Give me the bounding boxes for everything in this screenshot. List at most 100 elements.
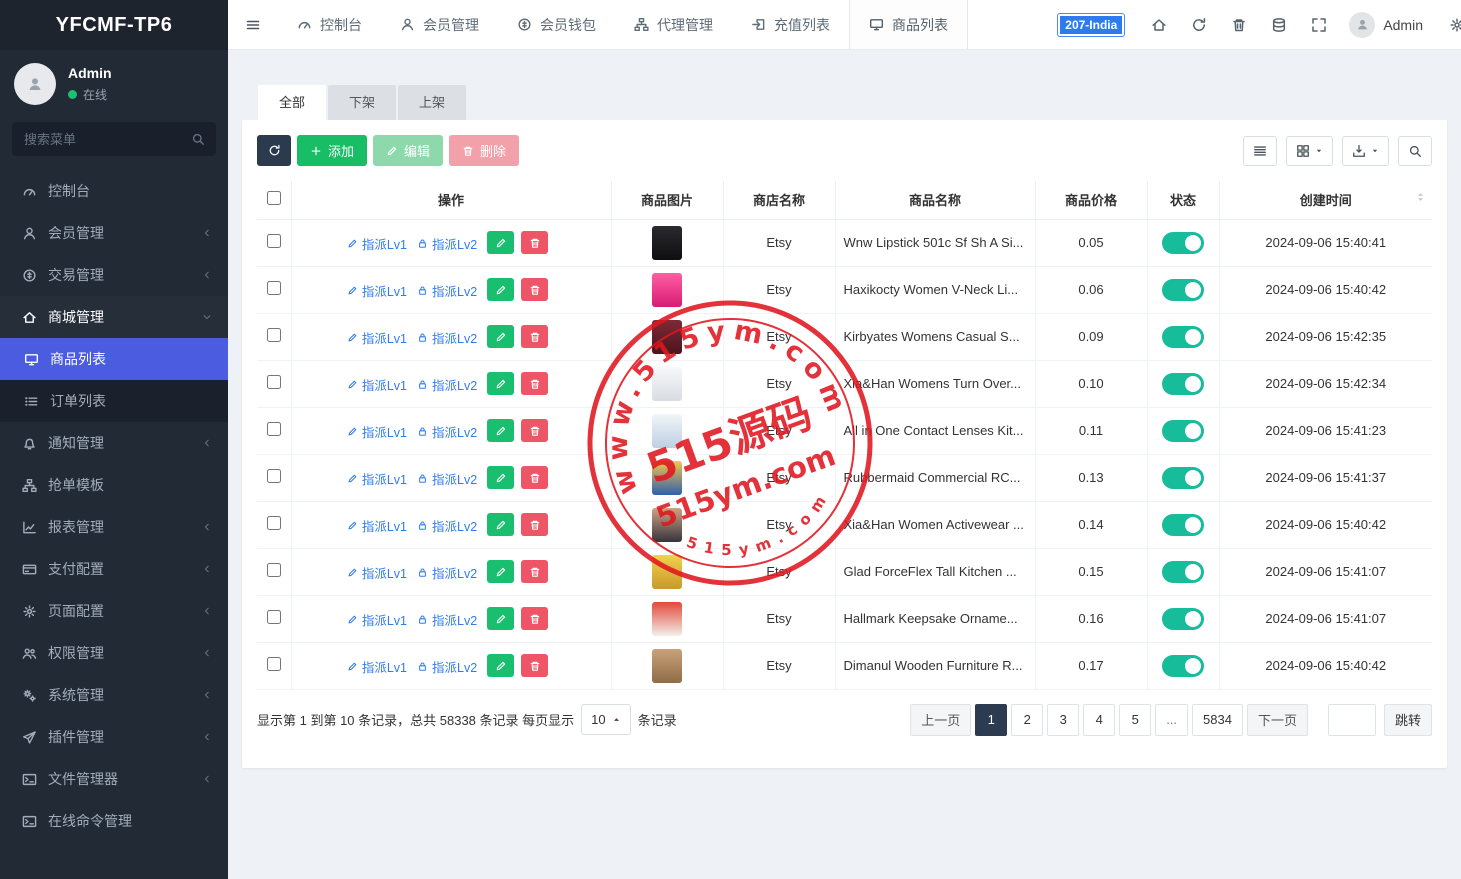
sidebar-item-member[interactable]: 会员管理 [0,212,228,254]
page-button-3[interactable]: 3 [1047,703,1080,736]
sidebar-item-notice[interactable]: 通知管理 [0,422,228,464]
export-dropdown-button[interactable] [1342,135,1389,166]
row-delete-button[interactable] [521,231,549,254]
tab-off-shelf[interactable]: 下架 [328,85,397,120]
topnav-item-agent[interactable]: 代理管理 [615,0,732,49]
refresh-page-button[interactable] [1179,0,1219,50]
row-edit-button[interactable] [487,513,515,536]
search-toggle-button[interactable] [1398,135,1432,166]
tab-on-shelf[interactable]: 上架 [398,85,467,120]
assign-lv2-link[interactable]: 指派Lv2 [417,422,477,441]
row-checkbox[interactable] [266,234,281,248]
page-button-last[interactable]: 5834 [1192,703,1243,736]
sidebar-item-online-command[interactable]: 在线命令管理 [0,800,228,842]
columns-dropdown-button[interactable] [1286,135,1333,166]
page-button-1[interactable]: 1 [975,703,1008,736]
status-toggle[interactable] [1162,607,1204,630]
row-edit-button[interactable] [487,419,515,442]
row-delete-button[interactable] [521,325,549,348]
row-delete-button[interactable] [521,466,549,489]
assign-lv2-link[interactable]: 指派Lv2 [417,516,477,535]
status-toggle[interactable] [1162,466,1204,489]
clear-trash-button[interactable] [1219,0,1259,50]
status-toggle[interactable] [1162,513,1204,536]
assign-lv1-link[interactable]: 指派Lv1 [347,234,407,253]
assign-lv2-link[interactable]: 指派Lv2 [417,657,477,676]
row-checkbox[interactable] [266,281,281,295]
row-edit-button[interactable] [487,231,515,254]
page-button-2[interactable]: 2 [1011,703,1044,736]
sidebar-item-grab-template[interactable]: 抢单模板 [0,464,228,506]
row-delete-button[interactable] [521,419,549,442]
sidebar-item-trade[interactable]: 交易管理 [0,254,228,296]
sidebar-toggle-button[interactable] [228,0,278,50]
select-all-checkbox[interactable] [266,191,281,206]
assign-lv1-link[interactable]: 指派Lv1 [347,657,407,676]
jump-button[interactable]: 跳转 [1383,703,1432,736]
assign-lv2-link[interactable]: 指派Lv2 [417,563,477,582]
status-toggle[interactable] [1162,372,1204,395]
topbar-user-name[interactable]: Admin [1383,17,1423,33]
row-checkbox[interactable] [266,516,281,530]
delete-button[interactable]: 删除 [449,135,520,166]
assign-lv1-link[interactable]: 指派Lv1 [347,281,407,300]
assign-lv1-link[interactable]: 指派Lv1 [347,375,407,394]
assign-lv1-link[interactable]: 指派Lv1 [347,516,407,535]
row-delete-button[interactable] [521,372,549,395]
add-button[interactable]: 添加 [297,135,368,166]
status-toggle[interactable] [1162,419,1204,442]
row-delete-button[interactable] [521,654,549,677]
row-checkbox[interactable] [266,610,281,624]
topnav-item-product-list[interactable]: 商品列表 [849,0,968,49]
sidebar-item-product-list[interactable]: 商品列表 [0,338,228,380]
avatar[interactable] [14,63,56,105]
sidebar-item-dashboard[interactable]: 控制台 [0,170,228,212]
status-toggle[interactable] [1162,560,1204,583]
assign-lv1-link[interactable]: 指派Lv1 [347,610,407,629]
row-edit-button[interactable] [487,654,515,677]
assign-lv1-link[interactable]: 指派Lv1 [347,469,407,488]
row-edit-button[interactable] [487,607,515,630]
assign-lv2-link[interactable]: 指派Lv2 [417,375,477,394]
prev-page-button[interactable]: 上一页 [910,703,972,736]
sidebar-item-page-config[interactable]: 页面配置 [0,590,228,632]
assign-lv1-link[interactable]: 指派Lv1 [347,563,407,582]
home-button[interactable] [1139,0,1179,50]
settings-gear-button[interactable] [1437,0,1461,50]
row-checkbox[interactable] [266,422,281,436]
row-edit-button[interactable] [487,560,515,583]
assign-lv2-link[interactable]: 指派Lv2 [417,469,477,488]
row-checkbox[interactable] [266,563,281,577]
row-edit-button[interactable] [487,372,515,395]
fullscreen-button[interactable] [1299,0,1339,50]
next-page-button[interactable]: 下一页 [1246,703,1308,736]
status-toggle[interactable] [1162,654,1204,677]
status-toggle[interactable] [1162,278,1204,301]
status-toggle[interactable] [1162,231,1204,254]
column-created[interactable]: 创建时间 [1218,181,1432,220]
assign-lv1-link[interactable]: 指派Lv1 [347,422,407,441]
sidebar-item-payment-config[interactable]: 支付配置 [0,548,228,590]
menu-search-input[interactable] [12,122,216,156]
sidebar-item-file-manager[interactable]: 文件管理器 [0,758,228,800]
assign-lv2-link[interactable]: 指派Lv2 [417,610,477,629]
sidebar-item-report[interactable]: 报表管理 [0,506,228,548]
assign-lv1-link[interactable]: 指派Lv1 [347,328,407,347]
tab-all[interactable]: 全部 [258,85,327,120]
row-delete-button[interactable] [521,513,549,536]
page-button-4[interactable]: 4 [1083,703,1116,736]
topnav-item-wallet[interactable]: 会员钱包 [498,0,615,49]
sidebar-item-permission[interactable]: 权限管理 [0,632,228,674]
clear-cache-button[interactable] [1259,0,1299,50]
row-checkbox[interactable] [266,328,281,342]
row-delete-button[interactable] [521,560,549,583]
row-delete-button[interactable] [521,607,549,630]
topnav-item-dashboard[interactable]: 控制台 [278,0,381,49]
edit-button[interactable]: 编辑 [373,135,444,166]
row-delete-button[interactable] [521,278,549,301]
sidebar-item-plugin[interactable]: 插件管理 [0,716,228,758]
sidebar-item-system[interactable]: 系统管理 [0,674,228,716]
assign-lv2-link[interactable]: 指派Lv2 [417,234,477,253]
row-edit-button[interactable] [487,325,515,348]
assign-lv2-link[interactable]: 指派Lv2 [417,281,477,300]
